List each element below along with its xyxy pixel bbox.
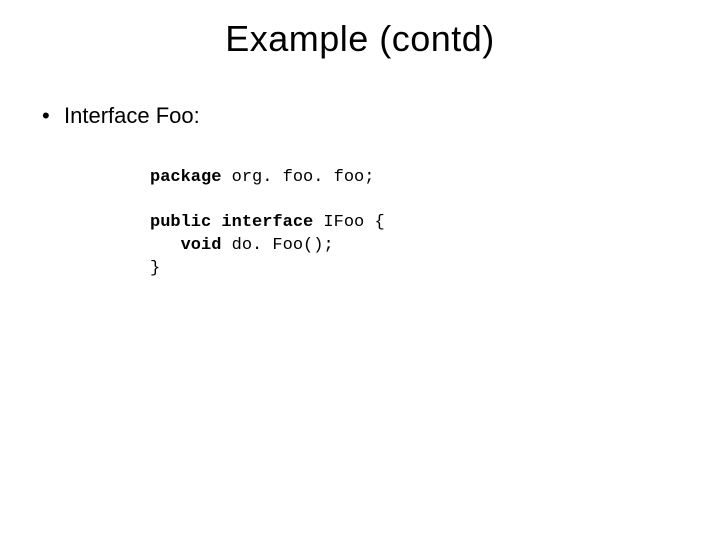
code-text: do. Foo();: [221, 236, 333, 255]
slide-title: Example (contd): [0, 0, 720, 60]
bullet-list: Interface Foo:: [30, 102, 690, 131]
slide: Example (contd) Interface Foo: package o…: [0, 0, 720, 540]
code-keyword: package: [150, 168, 221, 187]
code-keyword: void: [181, 236, 222, 255]
code-text: org. foo. foo;: [221, 168, 374, 187]
bullet-item: Interface Foo:: [30, 102, 690, 131]
code-block: package org. foo. foo; public interface …: [150, 167, 690, 282]
code-text: }: [150, 259, 160, 278]
code-text: IFoo {: [313, 213, 384, 232]
code-keyword: public interface: [150, 213, 313, 232]
slide-body: Interface Foo: package org. foo. foo; pu…: [0, 60, 720, 281]
